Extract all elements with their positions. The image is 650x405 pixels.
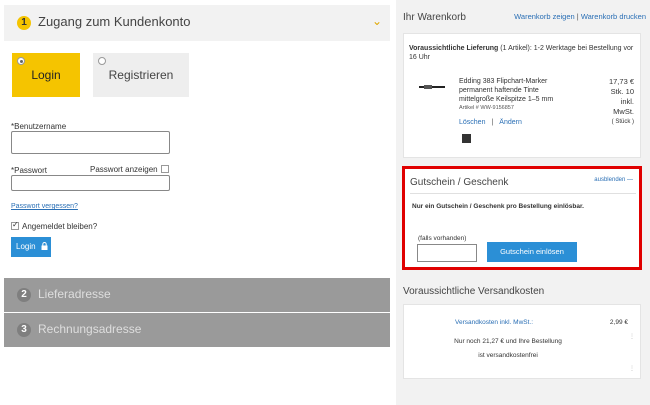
product-name-2: permanent haftende Tinte [459,87,539,94]
password-label: *Passwort [11,166,48,175]
product-price: 17,73 € [608,77,634,86]
step-billing-address[interactable]: 3 Rechnungsadresse [4,313,390,347]
print-cart-link[interactable]: Warenkorb drucken [581,12,646,21]
unit-label: ( Stück ) [611,119,634,125]
shipping-title: Voraussichtliche Versandkosten [403,286,545,297]
step-title: Rechnungsadresse [38,322,142,336]
action-separator: | [491,119,494,126]
step-title: Zugang zum Kundenkonto [38,14,191,29]
checkout-page: 1 Zugang zum Kundenkonto ⌄ Login Registr… [0,0,650,405]
step-number: 1 [17,16,31,30]
tab-login-label: Login [31,68,61,82]
voucher-title: Gutschein / Geschenk [410,177,509,188]
login-button[interactable]: Login [11,237,51,257]
tab-login[interactable]: Login [12,53,80,97]
username-label: *Benutzername [11,122,67,131]
product-qty: Stk. 10 [610,87,634,96]
divider [410,193,636,194]
calendar-icon [462,134,471,143]
voucher-note: Nur ein Gutschein / Geschenk pro Bestell… [412,203,584,210]
forgot-password-link[interactable]: Passwort vergessen? [11,203,78,210]
step-title: Lieferadresse [38,287,111,301]
shipping-box: Versandkosten inkl. MwSt.: 2,99 € Nur no… [403,304,641,379]
voucher-hide-link[interactable]: ausblenden — [594,177,633,183]
free-shipping-line-2: ist versandkostenfrei [478,352,538,359]
chevron-down-icon[interactable]: ⌄ [372,14,382,28]
product-actions: Löschen | Ändern [459,119,522,126]
redeem-voucher-button[interactable]: Gutschein einlösen [487,242,577,262]
product-image [419,85,445,89]
change-link[interactable]: Ändern [499,119,522,126]
tab-register[interactable]: Registrieren [93,53,189,97]
lock-icon [41,242,48,250]
checkout-steps: 1 Zugang zum Kundenkonto ⌄ Login Registr… [0,0,392,405]
vat-label-1: inkl. [620,97,634,106]
show-cart-link[interactable]: Warenkorb zeigen [514,12,575,21]
product-name-3: mittelgroße Keilspitze 1–5 mm [459,96,554,103]
remember-checkbox[interactable] [11,220,19,230]
delivery-info: Voraussichtliche Lieferung (1 Artikel): … [409,44,639,62]
cart-box: Voraussichtliche Lieferung (1 Artikel): … [403,33,641,158]
show-password-label: Passwort anzeigen [90,165,158,174]
link-separator: | [576,12,579,21]
step-delivery-address[interactable]: 2 Lieferadresse [4,278,390,312]
voucher-input-label: (falls vorhanden) [418,235,467,242]
product-name-1: Edding 383 Flipchart-Marker [459,78,548,85]
free-shipping-note: Nur noch 21,27 € und Ihre Bestellung ist… [418,335,598,363]
delivery-label: Voraussichtliche Lieferung [409,45,499,52]
remember-label: Angemeldet bleiben? [22,222,98,231]
username-input[interactable] [11,131,170,154]
cart-links: Warenkorb zeigen | Warenkorb drucken [514,12,646,21]
more-dots-icon: ⋮ [629,366,635,372]
voucher-code-input[interactable] [417,244,477,262]
radio-login[interactable] [17,57,25,65]
password-input[interactable] [11,175,170,191]
shipping-cost-link[interactable]: Versandkosten inkl. MwSt.: [455,319,533,326]
product-info: Edding 383 Flipchart-Marker permanent ha… [459,77,579,113]
more-dots-icon: ⋮ [629,334,635,340]
delivery-count: (1 Artikel) [500,45,530,52]
sidebar: Ihr Warenkorb Warenkorb zeigen | Warenko… [396,0,650,405]
vat-label-2: MwSt. [613,107,634,116]
free-shipping-line-1: Nur noch 21,27 € und Ihre Bestellung [454,338,562,345]
delete-link[interactable]: Löschen [459,119,485,126]
show-password-checkbox[interactable] [161,165,169,173]
step-account-access[interactable]: 1 Zugang zum Kundenkonto ⌄ [4,5,390,41]
tab-register-label: Registrieren [108,68,174,82]
shipping-price: 2,99 € [609,319,628,326]
login-button-label: Login [16,242,36,251]
product-price-block: 17,73 € Stk. 10 inkl. MwSt. ( Stück ) [590,77,634,127]
cart-title: Ihr Warenkorb [403,12,466,23]
step-number: 2 [17,288,31,302]
voucher-box: Gutschein / Geschenk ausblenden — Nur ei… [402,166,642,270]
radio-register[interactable] [98,57,106,65]
product-article: Artikel # WW-9156857 [459,105,514,111]
step-number: 3 [17,323,31,337]
